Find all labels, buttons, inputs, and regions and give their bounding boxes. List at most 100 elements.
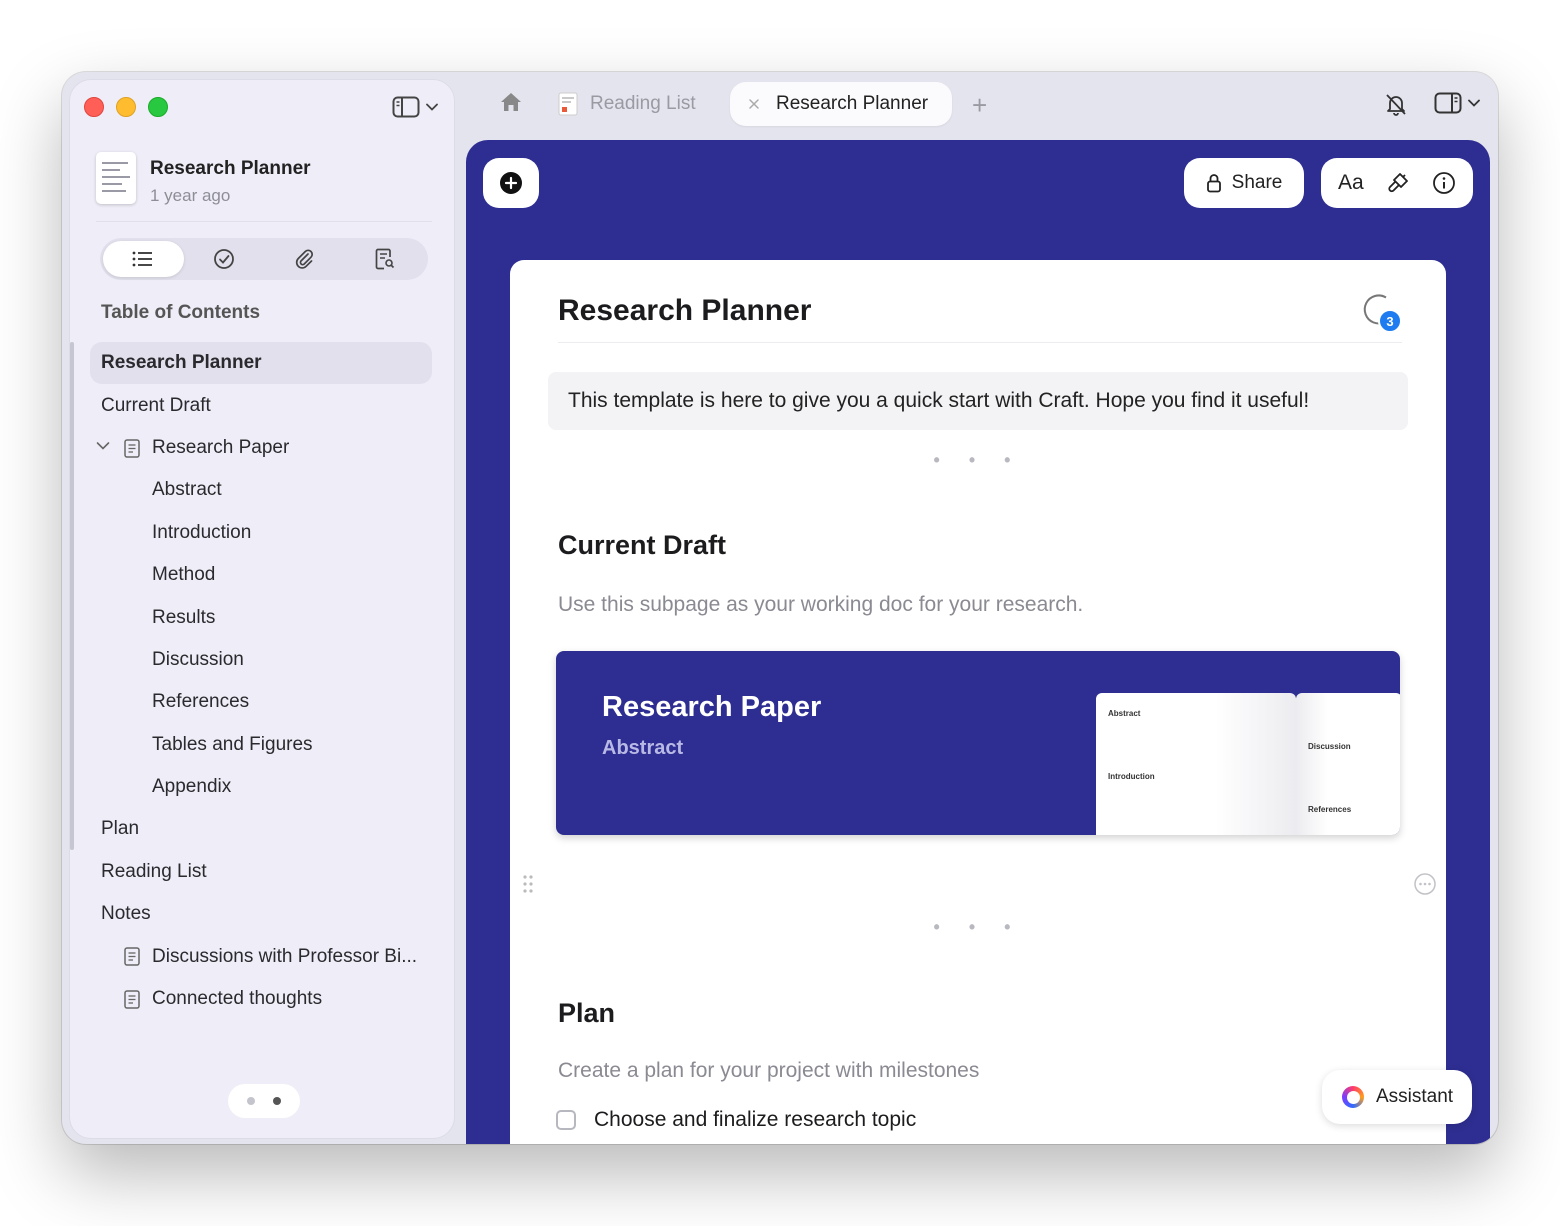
toc-item[interactable]: Current Draft xyxy=(90,384,432,426)
toc-item[interactable]: Plan xyxy=(90,808,432,850)
section-text-current-draft[interactable]: Use this subpage as your working doc for… xyxy=(558,593,1083,617)
document-thumbnail xyxy=(96,152,136,204)
toc-item[interactable]: Discussion xyxy=(90,639,432,681)
toc-item-label: Research Paper xyxy=(152,436,290,458)
comment-count-badge[interactable]: 3 xyxy=(1378,309,1402,333)
document-modified-time: 1 year ago xyxy=(150,186,231,205)
more-options-icon[interactable] xyxy=(1413,872,1437,896)
app-window: Research Planner 1 year ago Table of Con… xyxy=(62,72,1498,1144)
window-controls xyxy=(84,97,168,117)
notifications-muted-button[interactable] xyxy=(1384,92,1408,121)
document-icon xyxy=(124,439,140,458)
sidebar-page-indicator[interactable] xyxy=(228,1084,300,1118)
intro-callout[interactable]: This template is here to give you a quic… xyxy=(548,372,1408,430)
search-document-icon xyxy=(375,248,394,270)
document-icon xyxy=(124,990,140,1009)
drag-handle-icon[interactable] xyxy=(522,874,534,894)
panel-icon xyxy=(1434,92,1462,114)
page-dot[interactable] xyxy=(247,1097,255,1105)
toc-item[interactable]: Reading List xyxy=(90,851,432,893)
right-panel-toggle-button[interactable] xyxy=(1434,92,1480,114)
info-icon[interactable] xyxy=(1432,171,1456,195)
chevron-down-icon xyxy=(1468,99,1480,107)
toc-item-label: Research Planner xyxy=(101,352,262,374)
tasks-tab-button[interactable] xyxy=(184,241,265,277)
toc-item-label: Current Draft xyxy=(101,394,211,416)
preview-text: Introduction xyxy=(1108,772,1155,781)
document-header[interactable]: Research Planner 1 year ago xyxy=(96,152,432,222)
task-checkbox[interactable] xyxy=(556,1110,576,1130)
home-button[interactable] xyxy=(500,92,522,117)
plus-circle-icon xyxy=(500,172,522,194)
assistant-icon xyxy=(1342,1086,1364,1108)
toc-item[interactable]: References xyxy=(90,681,432,723)
toc-item[interactable]: Appendix xyxy=(90,766,432,808)
sidebar-toggle-button[interactable] xyxy=(392,96,438,118)
close-window-button[interactable] xyxy=(84,97,104,117)
research-paper-card[interactable]: Research Paper Abstract Abstract Introdu… xyxy=(556,651,1400,835)
toc-item-label: Connected thoughts xyxy=(152,988,323,1010)
toc-item-label: Results xyxy=(152,606,216,628)
list-icon xyxy=(132,251,153,267)
search-document-tab-button[interactable] xyxy=(345,241,426,277)
toc-item[interactable]: Results xyxy=(90,596,432,638)
toc-tab-button[interactable] xyxy=(103,241,184,277)
toc-item-label: Discussions with Professor Bi... xyxy=(152,945,418,967)
chevron-down-icon xyxy=(426,103,438,111)
toc-item[interactable]: Introduction xyxy=(90,512,432,554)
section-heading-current-draft[interactable]: Current Draft xyxy=(558,530,726,561)
page-dot-active[interactable] xyxy=(273,1097,281,1105)
assistant-button[interactable]: Assistant xyxy=(1322,1070,1472,1124)
toc-item-label: References xyxy=(152,691,250,713)
document-tools: Aa xyxy=(1321,158,1473,208)
new-tab-button[interactable]: + xyxy=(972,90,987,121)
sidebar-scrollbar[interactable] xyxy=(70,342,74,850)
section-text-plan[interactable]: Create a plan for your project with mile… xyxy=(558,1059,979,1083)
toc-item-label: Notes xyxy=(101,903,151,925)
toc-item[interactable]: Research Paper xyxy=(90,427,432,469)
toc-heading: Table of Contents xyxy=(101,302,261,323)
sidebar: Research Planner 1 year ago Table of Con… xyxy=(69,79,455,1139)
section-heading-plan[interactable]: Plan xyxy=(558,998,615,1029)
tab-label: Reading List xyxy=(590,93,696,114)
toc-item[interactable]: Method xyxy=(90,554,432,596)
page-title[interactable]: Research Planner xyxy=(558,294,811,328)
document-title: Research Planner xyxy=(150,158,311,179)
add-block-button[interactable] xyxy=(483,158,539,208)
toc-item[interactable]: Notes xyxy=(90,893,432,935)
task-label[interactable]: Choose and finalize research topic xyxy=(594,1108,916,1132)
minimize-window-button[interactable] xyxy=(116,97,136,117)
tab-research-planner[interactable]: Research Planner xyxy=(730,82,952,126)
chevron-down-icon[interactable] xyxy=(96,441,110,451)
sidebar-icon xyxy=(392,96,420,118)
paperclip-icon xyxy=(296,249,314,269)
toc-item-label: Introduction xyxy=(152,521,252,543)
toc-item[interactable]: Discussions with Professor Bi... xyxy=(90,935,432,977)
attachments-tab-button[interactable] xyxy=(264,241,345,277)
share-label: Share xyxy=(1231,172,1283,193)
preview-text: Discussion xyxy=(1308,742,1351,751)
task-item: Choose and finalize research topic xyxy=(556,1108,916,1132)
paintbrush-icon[interactable] xyxy=(1386,171,1410,195)
toc-item[interactable]: Research Planner xyxy=(90,342,432,385)
share-button[interactable]: Share xyxy=(1184,158,1304,208)
assistant-label: Assistant xyxy=(1376,1086,1454,1107)
toc-item[interactable]: Abstract xyxy=(90,469,432,511)
preview-text: References xyxy=(1308,805,1352,814)
toc-item[interactable]: Connected thoughts xyxy=(90,978,432,1020)
toc-item-label: Tables and Figures xyxy=(152,733,313,755)
close-tab-icon[interactable] xyxy=(748,98,760,110)
bell-slash-icon xyxy=(1386,94,1406,116)
tab-reading-list[interactable]: Reading List xyxy=(558,82,696,126)
card-subtitle: Abstract xyxy=(602,737,684,759)
document-thumbnail-icon xyxy=(558,92,578,116)
card-preview-page: Abstract Introduction xyxy=(1096,693,1296,835)
toc-item[interactable]: Tables and Figures xyxy=(90,724,432,766)
card-preview-page: Discussion References xyxy=(1296,693,1400,835)
preview-text: Abstract xyxy=(1108,709,1141,718)
text-style-button[interactable]: Aa xyxy=(1338,171,1364,195)
check-circle-icon xyxy=(213,249,234,269)
lock-icon xyxy=(1206,174,1221,193)
zoom-window-button[interactable] xyxy=(148,97,168,117)
toc-item-label: Reading List xyxy=(101,860,207,882)
